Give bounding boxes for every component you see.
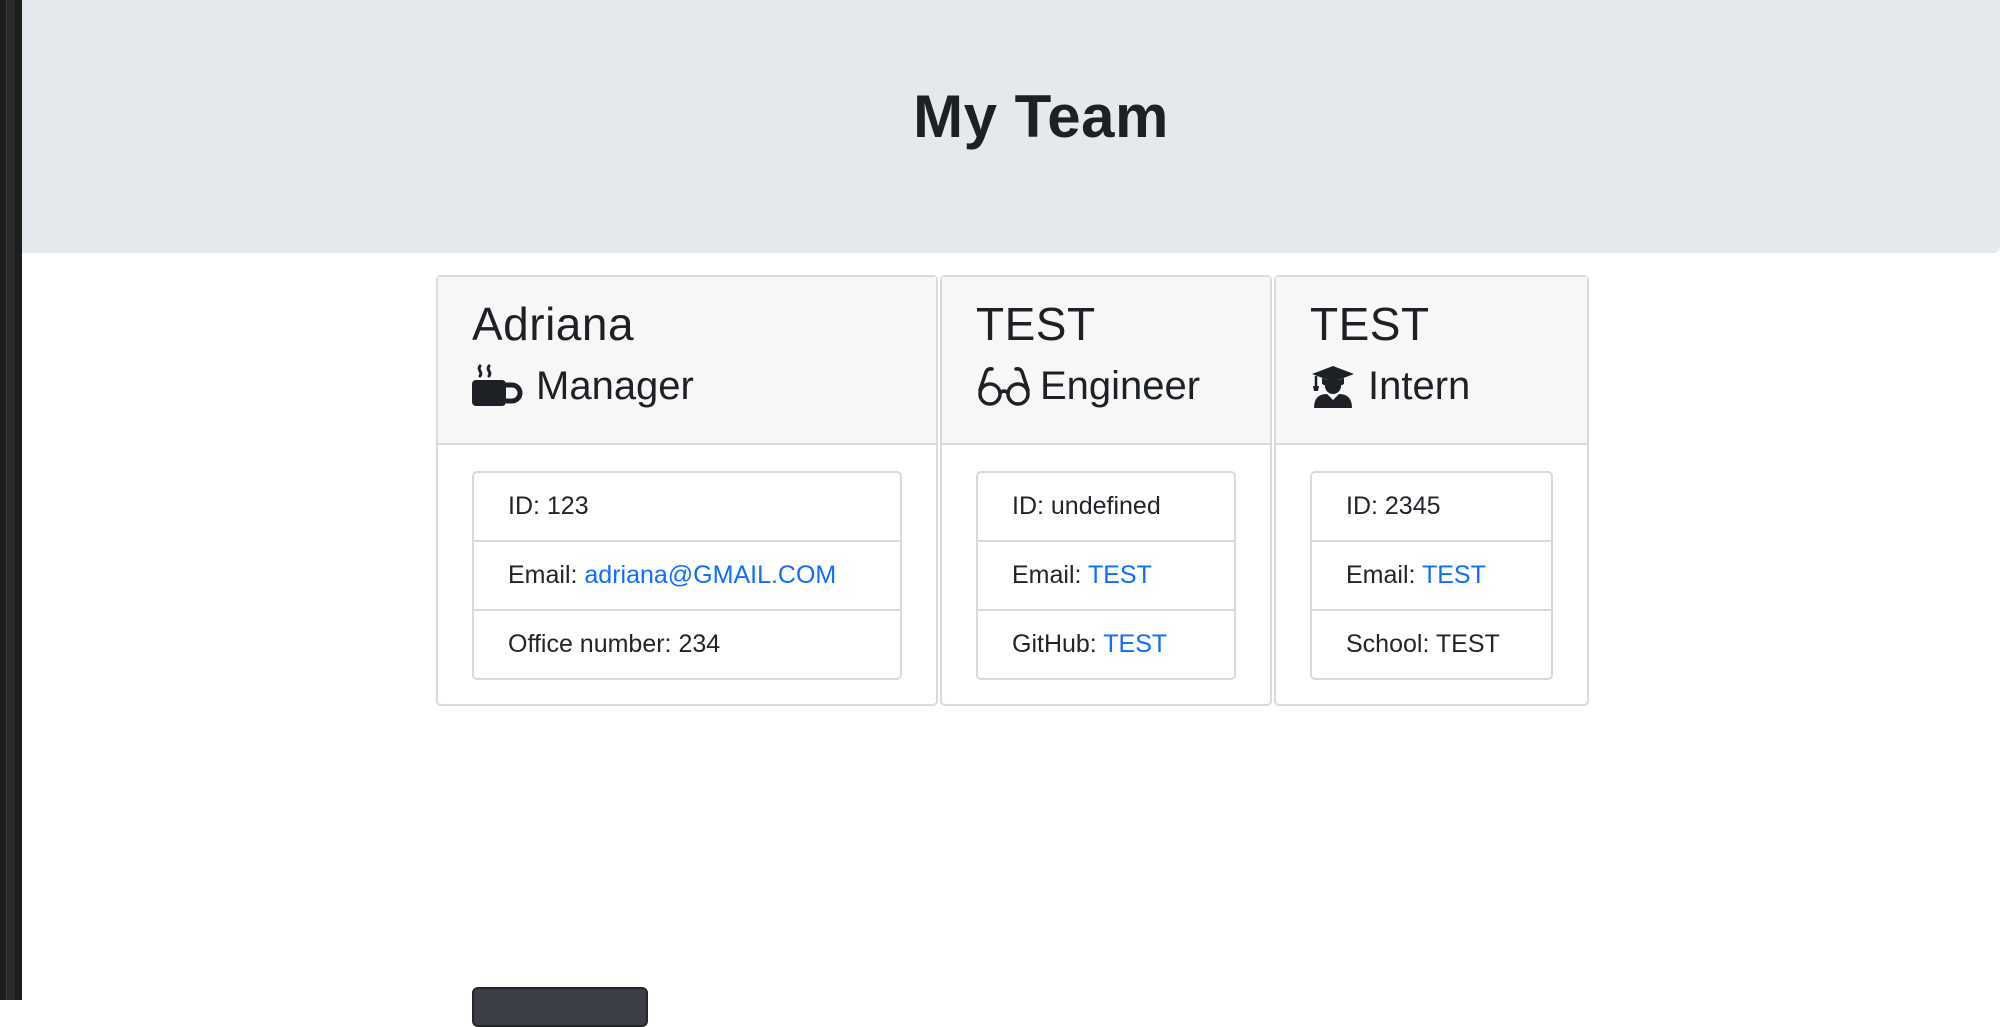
email-label: Email: xyxy=(508,561,585,589)
card-header: TEST Intern xyxy=(1276,277,1587,445)
employee-card-engineer: TEST Engineer ID: undefined Email: TEST … xyxy=(940,275,1272,706)
id-row: ID: undefined xyxy=(978,473,1234,542)
school-row: School: TEST xyxy=(1312,611,1551,678)
github-link[interactable]: TEST xyxy=(1103,630,1167,658)
card-header: TEST Engineer xyxy=(942,277,1270,445)
email-label: Email: xyxy=(1346,561,1422,589)
page: My Team Adriana Manager ID: 123 Email: a… xyxy=(22,0,2000,1027)
office-number-row: Office number: 234 xyxy=(474,611,900,678)
employee-details: ID: 2345 Email: TEST School: TEST xyxy=(1310,471,1553,680)
school-label: School: xyxy=(1346,630,1436,658)
email-row: Email: TEST xyxy=(978,542,1234,611)
card-body: ID: 2345 Email: TEST School: TEST xyxy=(1276,445,1587,706)
page-title: My Team xyxy=(913,83,1169,150)
email-row: Email: TEST xyxy=(1312,542,1551,611)
email-row: Email: adriana@GMAIL.COM xyxy=(474,542,900,611)
employee-details: ID: 123 Email: adriana@GMAIL.COM Office … xyxy=(472,471,902,680)
office-number-label: Office number: xyxy=(508,630,679,658)
id-value: 123 xyxy=(546,492,589,520)
employee-name: Adriana xyxy=(472,298,635,350)
id-label: ID: xyxy=(508,492,547,520)
email-link[interactable]: TEST xyxy=(1088,561,1152,589)
id-value: undefined xyxy=(1050,492,1161,520)
email-link[interactable]: TEST xyxy=(1422,561,1486,589)
school-value: TEST xyxy=(1435,630,1500,658)
email-label: Email: xyxy=(1012,561,1088,589)
employee-role-label: Engineer xyxy=(1040,363,1201,408)
id-label: ID: xyxy=(1012,492,1051,520)
email-link[interactable]: adriana@GMAIL.COM xyxy=(584,561,836,589)
window-edge xyxy=(0,0,22,1000)
employee-role-label: Intern xyxy=(1368,363,1471,408)
glasses-icon xyxy=(976,364,1030,408)
github-label: GitHub: xyxy=(1012,630,1104,658)
office-number-value: 234 xyxy=(678,630,721,658)
window-edge-bar xyxy=(6,0,15,1000)
id-label: ID: xyxy=(1346,492,1385,520)
employee-role-label: Manager xyxy=(536,363,694,408)
header-banner: My Team xyxy=(22,0,2000,253)
graduate-icon xyxy=(1310,364,1356,408)
id-value: 2345 xyxy=(1384,492,1441,520)
employee-card-intern: TEST Intern ID: 2345 Email: TEST School:… xyxy=(1274,275,1589,706)
partial-button[interactable] xyxy=(472,987,648,1027)
card-body: ID: 123 Email: adriana@GMAIL.COM Office … xyxy=(438,445,936,706)
id-row: ID: 2345 xyxy=(1312,473,1551,542)
employee-details: ID: undefined Email: TEST GitHub: TEST xyxy=(976,471,1236,680)
employee-card-manager: Adriana Manager ID: 123 Email: adriana@G… xyxy=(436,275,938,706)
github-row: GitHub: TEST xyxy=(978,611,1234,678)
employee-role: Engineer xyxy=(976,361,1270,411)
employee-name: TEST xyxy=(1310,298,1430,350)
employee-name: TEST xyxy=(976,298,1096,350)
coffee-mug-icon xyxy=(472,364,524,408)
team-cards: Adriana Manager ID: 123 Email: adriana@G… xyxy=(436,275,1589,706)
employee-role: Intern xyxy=(1310,361,1587,411)
id-row: ID: 123 xyxy=(474,473,900,542)
card-header: Adriana Manager xyxy=(438,277,936,445)
card-body: ID: undefined Email: TEST GitHub: TEST xyxy=(942,445,1270,706)
employee-role: Manager xyxy=(472,361,936,411)
